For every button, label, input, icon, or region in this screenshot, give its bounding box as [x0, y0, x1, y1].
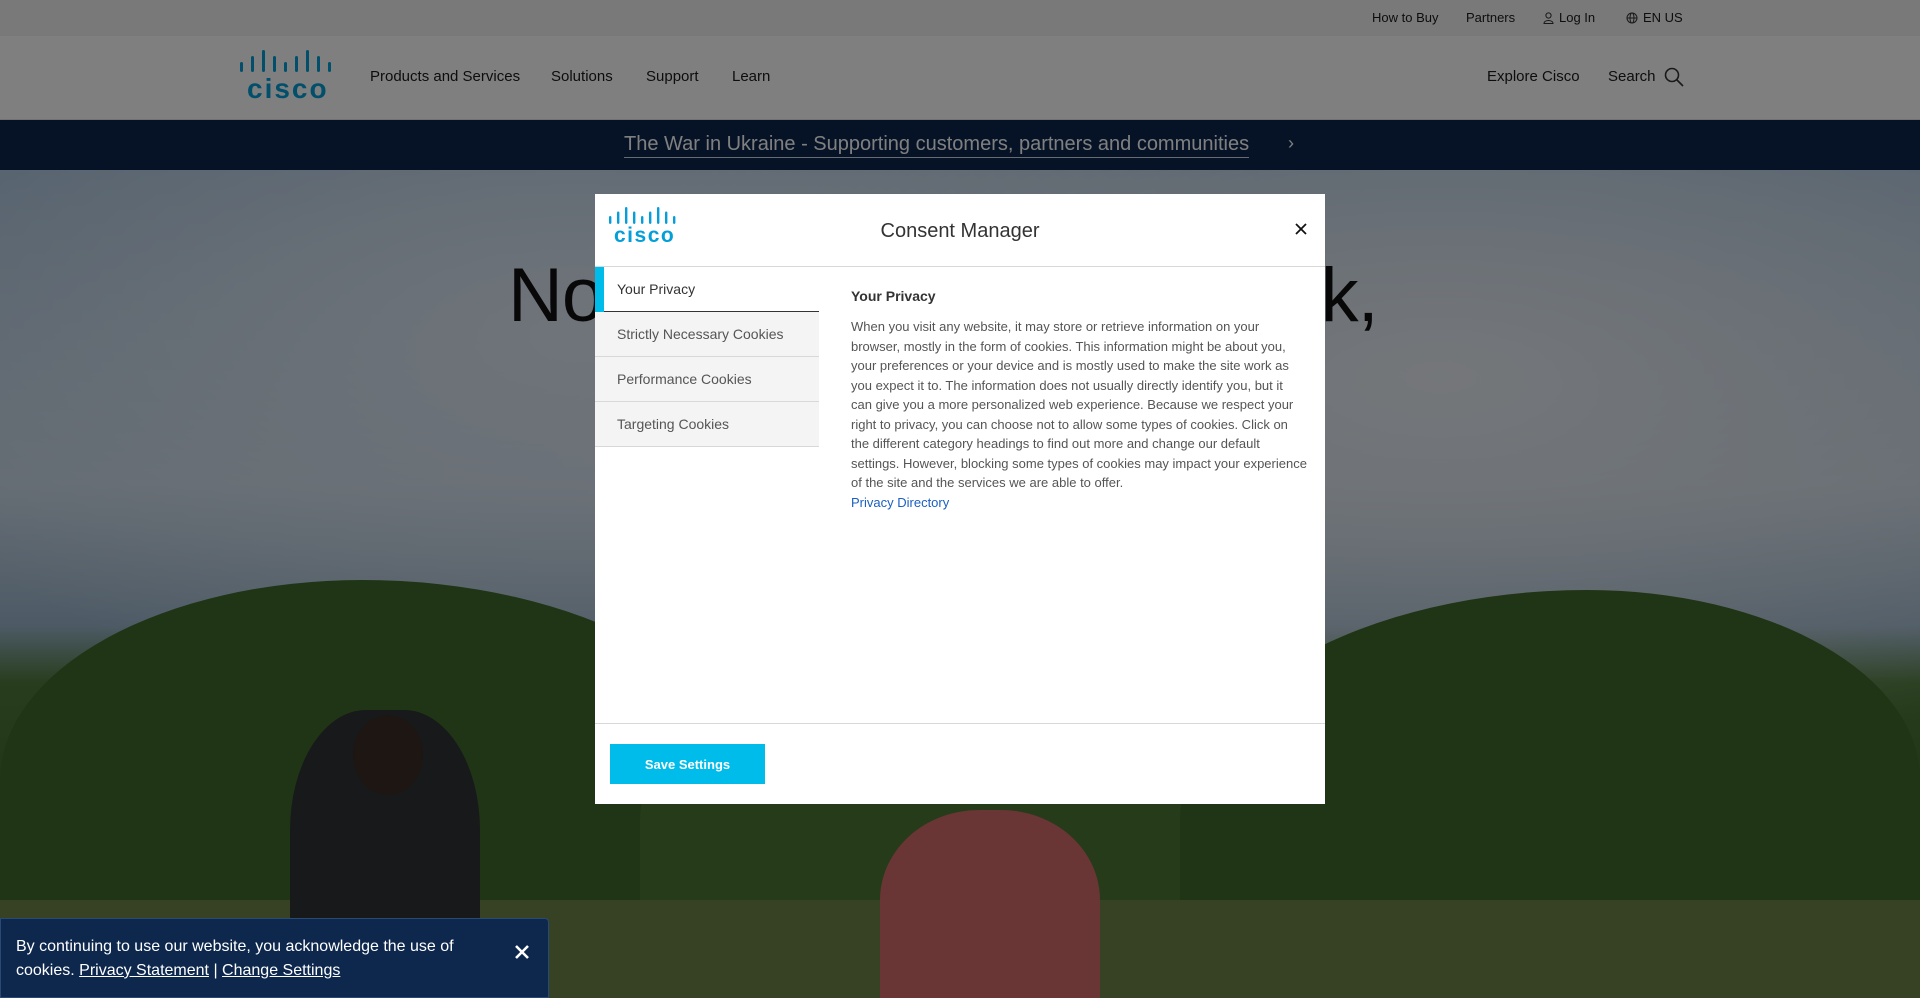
content-title: Your Privacy: [851, 288, 936, 304]
menu-item-strictly-necessary-cookies[interactable]: Strictly Necessary Cookies: [595, 312, 819, 357]
cookie-notice-close-button[interactable]: [509, 939, 535, 965]
privacy-directory-link[interactable]: Privacy Directory: [851, 493, 949, 513]
consent-content-panel: Your Privacy When you visit any website,…: [851, 287, 1307, 512]
menu-item-targeting-cookies[interactable]: Targeting Cookies: [595, 402, 819, 447]
change-settings-link[interactable]: Change Settings: [222, 962, 340, 979]
cookie-notice-bar: By continuing to use our website, you ac…: [0, 918, 549, 998]
consent-manager-dialog: cisco Consent Manager Your Privacy Stric…: [595, 194, 1325, 804]
cookie-notice-text: By continuing to use our website, you ac…: [16, 935, 496, 983]
modal-footer: Save Settings: [595, 723, 1325, 805]
content-description: When you visit any website, it may store…: [851, 319, 1307, 490]
modal-title: Consent Manager: [880, 220, 1040, 242]
save-settings-button[interactable]: Save Settings: [610, 744, 765, 784]
link-separator: |: [213, 962, 218, 979]
menu-item-your-privacy[interactable]: Your Privacy: [595, 267, 819, 312]
close-icon: [1295, 223, 1307, 235]
modal-close-button[interactable]: [1290, 218, 1312, 240]
close-icon: [515, 945, 529, 959]
modal-header: cisco Consent Manager: [595, 194, 1325, 267]
menu-item-performance-cookies[interactable]: Performance Cookies: [595, 357, 819, 402]
modal-body: Your Privacy Strictly Necessary Cookies …: [595, 267, 1325, 722]
privacy-statement-link[interactable]: Privacy Statement: [79, 962, 209, 979]
consent-category-menu: Your Privacy Strictly Necessary Cookies …: [595, 267, 819, 447]
